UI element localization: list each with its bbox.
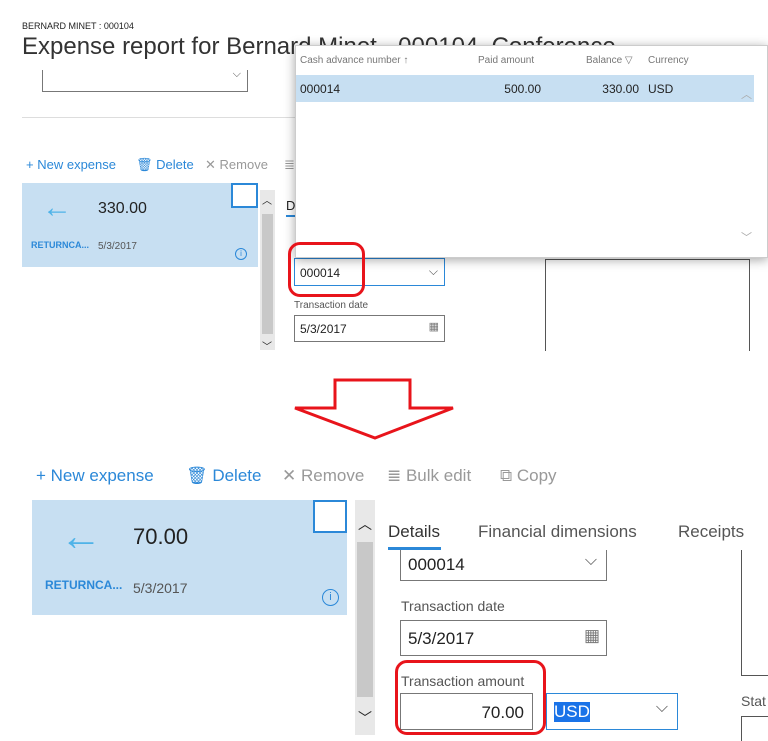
transaction-date-label: Transaction date — [294, 300, 369, 311]
expense-card[interactable]: ← 330.00 RETURNCA... 5/3/2017 i — [22, 183, 258, 267]
select-checkbox[interactable] — [231, 183, 258, 208]
info-icon[interactable]: i — [322, 589, 339, 606]
new-expense-button[interactable]: + New expense — [36, 466, 154, 486]
new-expense-button[interactable]: + New expense — [26, 157, 116, 172]
transaction-date-value: 5/3/2017 — [300, 322, 347, 336]
column-header-cash-advance-number[interactable]: Cash advance number ↑ — [300, 55, 408, 66]
card-amount: 70.00 — [133, 524, 189, 549]
chevron-down-icon[interactable]: ﹀ — [741, 229, 752, 245]
trash-icon: 🗑 — [136, 157, 157, 172]
transaction-date-input[interactable]: 5/3/2017 ▦ — [400, 620, 607, 656]
chevron-down-icon: ⌵ — [584, 552, 597, 569]
cell-paid: 500.00 — [504, 82, 541, 96]
tab-details[interactable]: Details — [388, 522, 440, 542]
chevron-down-icon[interactable]: ﹀ — [262, 338, 272, 353]
transaction-date-label: Transaction date — [401, 598, 505, 614]
lookup-row[interactable]: 000014 500.00 330.00 USD — [296, 75, 754, 102]
status-label: Stat — [741, 693, 766, 709]
chevron-up-icon[interactable]: ︿ — [358, 514, 372, 534]
chevron-down-icon: ⌵ — [655, 699, 668, 716]
status-field[interactable] — [741, 716, 768, 741]
scrollbar[interactable]: ︿ ﹀ — [260, 190, 275, 353]
tab-receipts[interactable]: Receipts — [678, 522, 744, 542]
scrollbar-thumb[interactable] — [357, 542, 373, 697]
breadcrumb: BERNARD MINET : 000104 — [22, 21, 134, 31]
card-date: 5/3/2017 — [133, 580, 188, 596]
chevron-down-icon: ⌵ — [428, 264, 438, 278]
tab-details-partial[interactable]: D — [286, 198, 295, 213]
column-label: Cash advance number — [300, 55, 401, 66]
close-icon: ✕ — [205, 157, 220, 172]
cell-currency: USD — [648, 82, 674, 96]
highlight-box — [288, 242, 365, 297]
chevron-up-icon[interactable]: ︿ — [262, 192, 272, 207]
new-expense-label: New expense — [50, 466, 154, 485]
delete-button[interactable]: 🗑 Delete — [136, 157, 194, 173]
copy-button[interactable]: ⧉ Copy — [500, 466, 557, 486]
column-label: Balance — [586, 55, 623, 66]
cash-advance-value: 000014 — [408, 555, 465, 574]
copy-label: Copy — [516, 466, 557, 485]
tab-financial-dimensions[interactable]: Financial dimensions — [478, 522, 637, 542]
receipt-box — [545, 259, 750, 351]
highlight-box — [395, 660, 546, 735]
card-date: 5/3/2017 — [98, 241, 137, 252]
currency-value: USD — [554, 702, 590, 722]
remove-button[interactable]: ✕ Remove — [205, 157, 268, 173]
arrow-left-icon: ← — [42, 191, 72, 224]
cash-advance-lookup: Cash advance number ↑ Paid amount Balanc… — [295, 45, 768, 258]
sort-ascending-icon: ↑ — [403, 55, 409, 66]
delete-label: Delete — [156, 157, 194, 172]
info-icon[interactable]: i — [235, 248, 247, 260]
transaction-date-value: 5/3/2017 — [408, 629, 475, 648]
currency-select[interactable]: USD ⌵ — [546, 693, 678, 730]
copy-icon: ⧉ — [500, 466, 517, 485]
column-header-balance[interactable]: Balance ▽ — [586, 55, 633, 66]
transaction-date-input[interactable]: 5/3/2017 ▦ — [294, 315, 445, 342]
bulk-edit-button[interactable]: ≣ Bulk edit — [387, 466, 471, 486]
card-amount: 330.00 — [98, 200, 147, 217]
delete-label: Delete — [212, 466, 262, 485]
header-dropdown[interactable]: ⌵ — [42, 68, 248, 92]
close-icon: ✕ — [282, 466, 301, 485]
scrollbar-thumb[interactable] — [262, 214, 273, 334]
bulk-edit-icon[interactable]: ≣ — [284, 157, 295, 173]
chevron-down-icon: ⌵ — [232, 68, 241, 80]
column-header-currency[interactable]: Currency — [648, 55, 689, 66]
expense-card[interactable]: ← 70.00 RETURNCA... 5/3/2017 i — [32, 500, 347, 615]
scrollbar[interactable]: ︿ ﹀ — [355, 500, 375, 735]
remove-label: Remove — [219, 157, 268, 172]
arrow-left-icon: ← — [60, 512, 102, 559]
calendar-icon[interactable]: ▦ — [584, 626, 600, 646]
column-header-paid-amount[interactable]: Paid amount — [478, 55, 534, 66]
filter-icon[interactable]: ▽ — [625, 55, 633, 66]
cell-number: 000014 — [300, 82, 341, 96]
remove-label: Remove — [300, 466, 365, 485]
delete-button[interactable]: 🗑 Delete — [186, 466, 261, 486]
cash-advance-input[interactable]: 000014 ⌵ — [400, 550, 607, 581]
receipt-box — [741, 550, 768, 676]
list-icon: ≣ — [387, 466, 406, 485]
card-category: RETURNCA... — [45, 578, 123, 592]
chevron-down-icon[interactable]: ﹀ — [358, 708, 372, 728]
down-arrow-icon — [294, 378, 454, 440]
bulk-edit-label: Bulk edit — [405, 466, 472, 485]
cell-balance: 330.00 — [602, 82, 639, 96]
calendar-icon[interactable]: ▦ — [429, 320, 439, 333]
trash-icon: 🗑 — [186, 466, 213, 485]
card-category: RETURNCA... — [31, 240, 89, 250]
chevron-up-icon[interactable]: ︿ — [741, 86, 752, 102]
divider — [22, 117, 302, 118]
select-checkbox[interactable] — [313, 500, 347, 533]
new-expense-label: New expense — [37, 157, 116, 172]
plus-icon: + — [36, 466, 51, 485]
plus-icon: + — [26, 157, 38, 172]
remove-button[interactable]: ✕ Remove — [282, 466, 364, 486]
